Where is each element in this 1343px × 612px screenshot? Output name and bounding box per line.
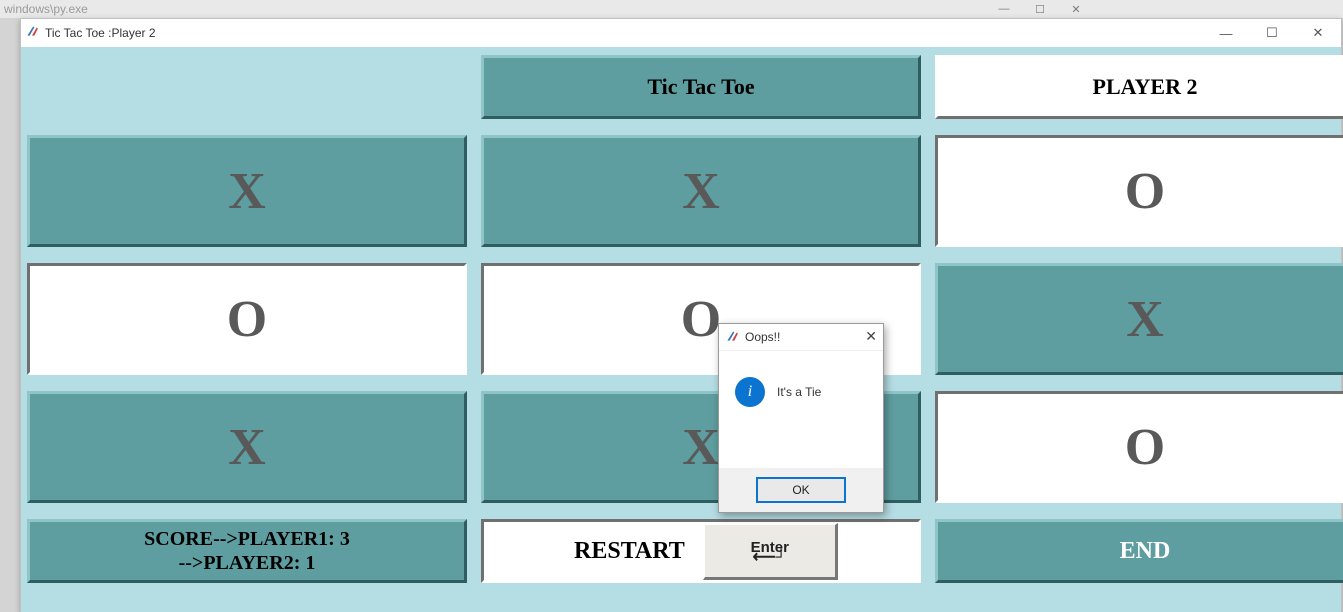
- cell-2-2[interactable]: O: [935, 391, 1343, 503]
- parent-maximize-icon: ☐: [1033, 3, 1047, 16]
- messagebox: Oops!! ✕ i It's a Tie OK: [718, 323, 884, 513]
- app-icon: [25, 24, 39, 43]
- parent-minimize-icon: —: [997, 3, 1011, 15]
- restart-button[interactable]: RESTART Enter ⟵┘: [481, 519, 921, 583]
- game-window: Tic Tac Toe :Player 2 — ☐ ✕ Tic Tac Toe …: [20, 18, 1342, 612]
- parent-window-path: windows\py.exe: [0, 0, 1343, 18]
- cell-1-2[interactable]: X: [935, 263, 1343, 375]
- cell-0-1[interactable]: X: [481, 135, 921, 247]
- score-line-2: -->PLAYER2: 1: [179, 551, 316, 575]
- maximize-button[interactable]: ☐: [1249, 19, 1295, 47]
- score-panel: SCORE-->PLAYER1: 3 -->PLAYER2: 1: [27, 519, 467, 583]
- close-button[interactable]: ✕: [1295, 19, 1341, 47]
- titlebar: Tic Tac Toe :Player 2 — ☐ ✕: [21, 19, 1341, 48]
- enter-key-icon: Enter ⟵┘: [703, 523, 838, 580]
- cell-0-0[interactable]: X: [27, 135, 467, 247]
- cell-1-0[interactable]: O: [27, 263, 467, 375]
- minimize-button[interactable]: —: [1203, 19, 1249, 47]
- cell-0-2[interactable]: O: [935, 135, 1343, 247]
- score-line-1: SCORE-->PLAYER1: 3: [144, 527, 350, 551]
- messagebox-message: It's a Tie: [777, 385, 821, 399]
- end-button[interactable]: END: [935, 519, 1343, 583]
- game-title-banner: Tic Tac Toe: [481, 55, 921, 119]
- enter-arrow-icon: ⟵┘: [753, 554, 787, 562]
- restart-label: RESTART: [574, 538, 685, 565]
- messagebox-titlebar: Oops!! ✕: [719, 324, 883, 351]
- cell-2-0[interactable]: X: [27, 391, 467, 503]
- player-banner: PLAYER 2: [935, 55, 1343, 119]
- messagebox-app-icon: [725, 329, 739, 346]
- client-area: Tic Tac Toe PLAYER 2 X X O O O X X X O S…: [21, 47, 1341, 612]
- messagebox-close-button[interactable]: ✕: [865, 328, 877, 345]
- ok-button[interactable]: OK: [757, 478, 845, 502]
- parent-close-icon: ✕: [1069, 3, 1083, 16]
- info-icon: i: [735, 377, 765, 407]
- messagebox-title: Oops!!: [745, 330, 780, 344]
- parent-window-controls: — ☐ ✕: [997, 0, 1083, 18]
- window-title: Tic Tac Toe :Player 2: [45, 26, 156, 40]
